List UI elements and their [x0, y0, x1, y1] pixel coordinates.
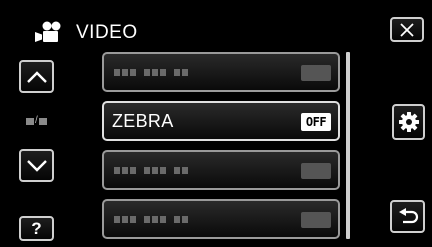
menu-header: VIDEO: [34, 18, 138, 46]
menu-item-placeholder-label: [114, 216, 190, 223]
menu-item-zebra[interactable]: ZEBRA OFF: [102, 101, 340, 141]
menu-item-1[interactable]: [102, 52, 340, 92]
close-icon: [400, 22, 414, 37]
menu-item-placeholder-value: [301, 65, 331, 81]
movie-camera-icon: [35, 21, 61, 42]
menu-item-3[interactable]: [102, 150, 340, 190]
gear-icon: [398, 112, 419, 132]
menu-item-placeholder-label: [114, 69, 190, 76]
page-indicator-current: [26, 117, 34, 125]
help-button[interactable]: ?: [19, 216, 54, 241]
page-title: VIDEO: [76, 21, 138, 43]
menu-item-label: ZEBRA: [112, 111, 174, 131]
scrollbar[interactable]: [346, 52, 350, 239]
menu-item-placeholder-value: [301, 163, 331, 179]
page-indicator-slash: /: [35, 115, 38, 126]
back-button[interactable]: [390, 200, 425, 233]
chevron-down-icon: [26, 159, 47, 172]
settings-button[interactable]: [392, 104, 425, 140]
zebra-value-badge: OFF: [301, 113, 331, 131]
page-indicator-total: [38, 117, 47, 125]
chevron-up-icon: [26, 70, 47, 83]
return-icon: [398, 207, 418, 223]
menu-item-placeholder-value: [301, 212, 331, 228]
scroll-up-button[interactable]: [19, 60, 54, 93]
help-label: ?: [31, 219, 42, 238]
menu-item-placeholder-label: [114, 167, 190, 174]
menu-item-4[interactable]: [102, 199, 340, 239]
scroll-down-button[interactable]: [19, 149, 54, 182]
close-button[interactable]: [390, 17, 424, 42]
page-indicator: /: [26, 116, 51, 126]
